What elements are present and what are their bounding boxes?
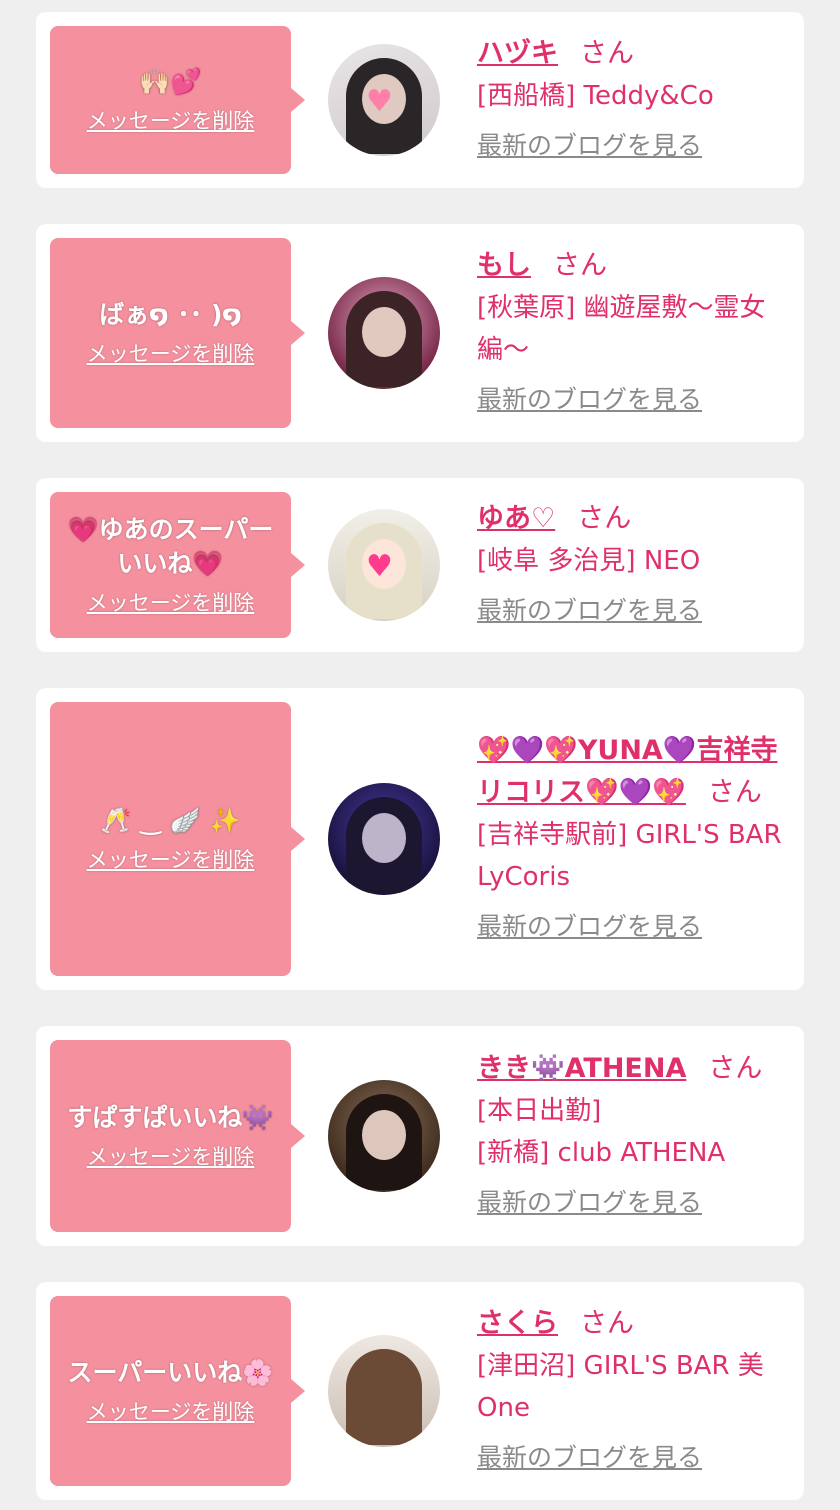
message-bubble: 🙌🏻💕 メッセージを削除 (50, 26, 305, 174)
avatar[interactable] (328, 783, 440, 895)
message-bubble: 💗ゆあのスーパーいいね💗 メッセージを削除 (50, 492, 305, 638)
message-card: 🙌🏻💕 メッセージを削除 ♥ ハヅキ さん [西船橋] Teddy&Co 最新のブ… (36, 12, 804, 188)
avatar[interactable] (328, 1080, 440, 1192)
honorific: さん (577, 503, 632, 534)
cast-info: ゆあ♡ さん [岐阜 多治見] NEO 最新のブログを見る (477, 498, 790, 632)
honorific: さん (580, 1308, 634, 1339)
shop-line: [秋葉原] 幽遊屋敷〜霊女編〜 (477, 293, 766, 365)
delete-message-link[interactable]: メッセージを削除 (87, 587, 255, 617)
message-list: 🙌🏻💕 メッセージを削除 ♥ ハヅキ さん [西船橋] Teddy&Co 最新のブ… (0, 0, 840, 1500)
heart-sticker-icon: ♥ (366, 549, 393, 584)
message-card: ばぁ໑ ･･ )໑ メッセージを削除 もし さん [秋葉原] 幽遊屋敷〜霊女編〜 … (36, 224, 804, 442)
latest-blog-link[interactable]: 最新のブログを見る (477, 125, 702, 167)
shop-line: [本日出勤] (477, 1096, 602, 1126)
message-card: スーパーいいね🌸 メッセージを削除 さくら さん [津田沼] GIRL'S BAR… (36, 1282, 804, 1500)
message-text: ばぁ໑ ･･ )໑ (99, 300, 242, 329)
cast-info: ハヅキ さん [西船橋] Teddy&Co 最新のブログを見る (477, 33, 790, 167)
message-text: スーパーいいね🌸 (67, 1358, 274, 1387)
cast-info: さくら さん [津田沼] GIRL'S BAR 美One 最新のブログを見る (477, 1303, 790, 1479)
honorific: さん (707, 777, 762, 808)
shop-line: [津田沼] GIRL'S BAR 美One (477, 1351, 764, 1423)
message-card: 💗ゆあのスーパーいいね💗 メッセージを削除 ♥ ゆあ♡ さん [岐阜 多治見] N… (36, 478, 804, 652)
message-bubble: ばぁ໑ ･･ )໑ メッセージを削除 (50, 238, 305, 428)
cast-info: きき👾ATHENA さん [本日出勤] [新橋] club ATHENA 最新のブ… (477, 1048, 790, 1224)
avatar[interactable] (328, 277, 440, 389)
shop-line: [新橋] club ATHENA (477, 1138, 726, 1168)
delete-message-link[interactable]: メッセージを削除 (87, 1396, 255, 1426)
message-text: 💗ゆあのスーパーいいね💗 (67, 515, 274, 578)
cast-name-link[interactable]: さくら (477, 1308, 558, 1339)
delete-message-link[interactable]: メッセージを削除 (87, 844, 255, 874)
honorific: さん (580, 38, 634, 69)
heart-sticker-icon: ♥ (366, 84, 393, 119)
honorific: さん (708, 1053, 763, 1084)
cast-info: 💖💜💖YUNA💜吉祥寺リコリス💖💜💖 さん [吉祥寺駅前] GIRL'S BAR … (477, 730, 790, 948)
message-text: 🙌🏻💕 (139, 67, 202, 96)
latest-blog-link[interactable]: 最新のブログを見る (477, 590, 702, 632)
cast-name-link[interactable]: ゆあ♡ (477, 503, 555, 534)
latest-blog-link[interactable]: 最新のブログを見る (477, 906, 702, 948)
shop-line: [西船橋] Teddy&Co (477, 81, 714, 111)
message-text: 🥂 ‿ 🪽 ✨ (100, 806, 241, 835)
shop-line: [岐阜 多治見] NEO (477, 546, 701, 576)
delete-message-link[interactable]: メッセージを削除 (87, 1141, 255, 1171)
message-bubble: 🥂 ‿ 🪽 ✨ メッセージを削除 (50, 702, 305, 976)
cast-name-link[interactable]: ハヅキ (477, 38, 558, 69)
cast-info: もし さん [秋葉原] 幽遊屋敷〜霊女編〜 最新のブログを見る (477, 245, 790, 421)
message-card: 🥂 ‿ 🪽 ✨ メッセージを削除 💖💜💖YUNA💜吉祥寺リコリス💖💜💖 さん [吉… (36, 688, 804, 990)
latest-blog-link[interactable]: 最新のブログを見る (477, 379, 702, 421)
shop-line: [吉祥寺駅前] GIRL'S BAR LyCoris (477, 820, 782, 892)
message-card: すぱすぱいいね👾 メッセージを削除 きき👾ATHENA さん [本日出勤] [新橋… (36, 1026, 804, 1246)
honorific: さん (553, 250, 607, 281)
latest-blog-link[interactable]: 最新のブログを見る (477, 1437, 702, 1479)
message-bubble: スーパーいいね🌸 メッセージを削除 (50, 1296, 305, 1486)
avatar[interactable] (328, 1335, 440, 1447)
avatar[interactable]: ♥ (328, 44, 440, 156)
avatar[interactable]: ♥ (328, 509, 440, 621)
delete-message-link[interactable]: メッセージを削除 (87, 338, 255, 368)
cast-name-link[interactable]: きき👾ATHENA (477, 1053, 686, 1084)
latest-blog-link[interactable]: 最新のブログを見る (477, 1182, 702, 1224)
message-bubble: すぱすぱいいね👾 メッセージを削除 (50, 1040, 305, 1232)
cast-name-link[interactable]: もし (477, 250, 531, 281)
delete-message-link[interactable]: メッセージを削除 (87, 105, 255, 135)
message-text: すぱすぱいいね👾 (67, 1103, 274, 1132)
